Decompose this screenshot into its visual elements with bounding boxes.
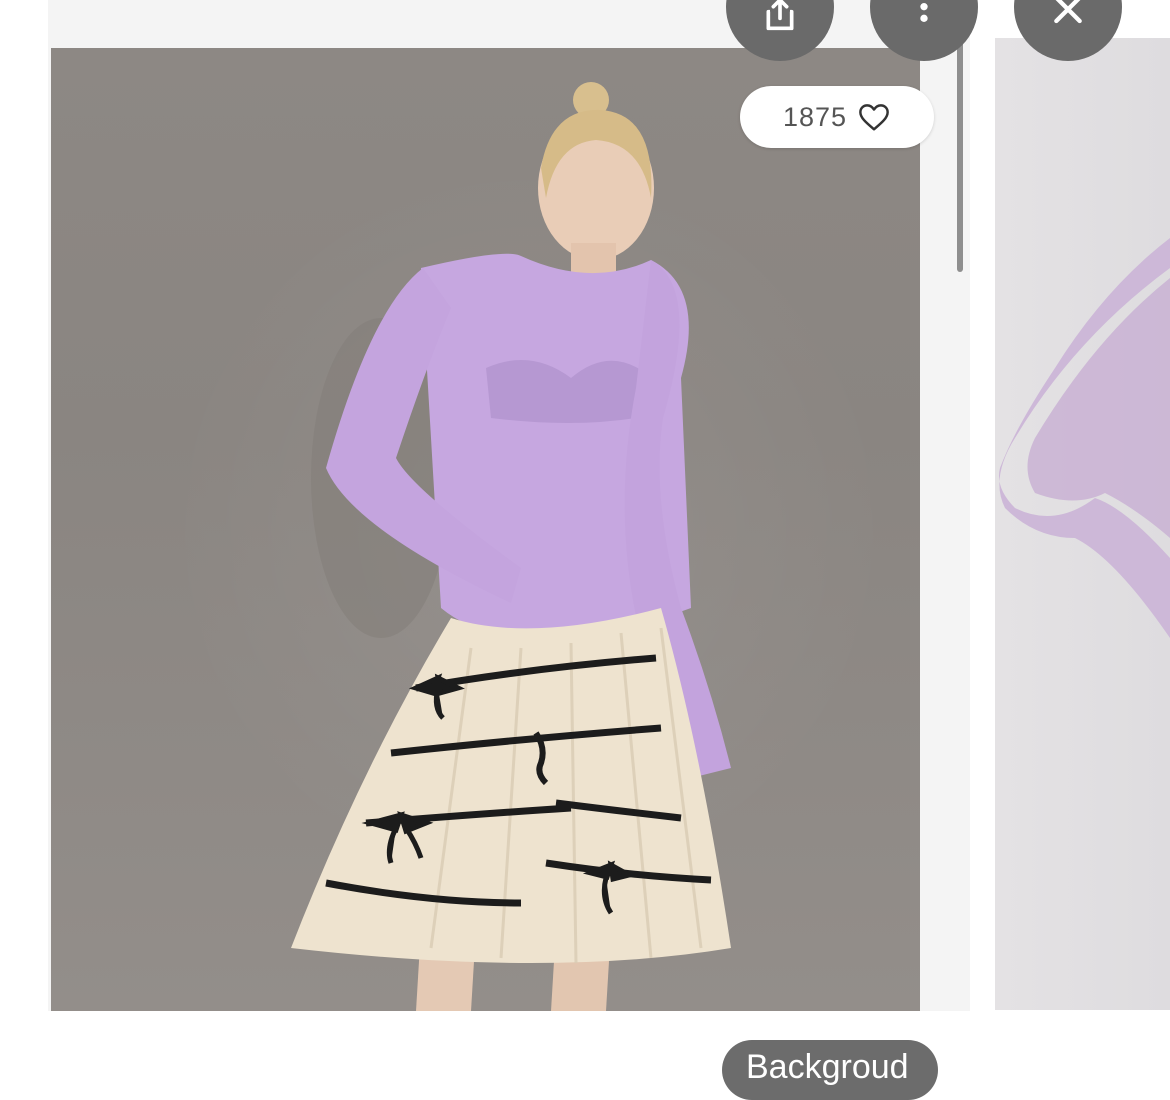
more-vertical-icon <box>920 3 928 23</box>
product-card[interactable]: 1875 <box>48 0 970 1062</box>
background-button-label: Backgroud <box>746 1048 909 1086</box>
card-gap <box>970 0 995 1062</box>
close-icon <box>1054 0 1082 24</box>
heart-outline-icon[interactable] <box>857 102 891 132</box>
model-illustration <box>291 82 731 1011</box>
like-count: 1875 <box>782 101 848 132</box>
product-photo[interactable] <box>51 48 920 1011</box>
share-icon <box>766 0 794 31</box>
like-pill[interactable]: 1875 <box>740 86 934 148</box>
scrollbar-thumb[interactable] <box>957 40 963 272</box>
next-product-photo[interactable] <box>995 38 1170 1010</box>
left-gutter <box>0 0 48 1062</box>
background-button[interactable]: Backgroud <box>722 1040 938 1100</box>
next-product-illustration <box>999 238 1170 638</box>
